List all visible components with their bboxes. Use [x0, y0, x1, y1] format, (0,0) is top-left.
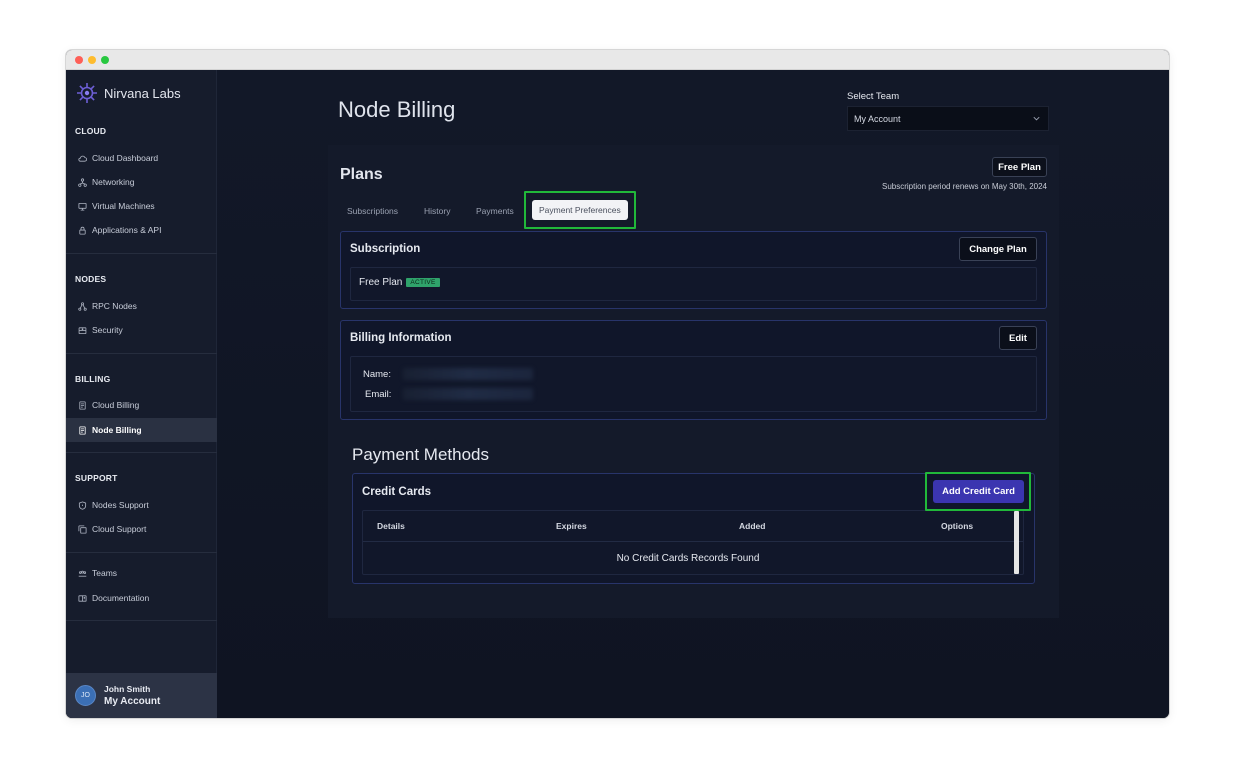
tab-payments[interactable]: Payments: [476, 203, 514, 219]
sidebar-item-cloud-dashboard[interactable]: Cloud Dashboard: [66, 146, 217, 170]
safe-icon: [78, 326, 87, 334]
sidebar-item-security[interactable]: Security: [66, 318, 217, 342]
sidebar-item-label: Security: [92, 325, 123, 335]
sidebar-item-teams[interactable]: Teams: [66, 561, 217, 585]
app-window: Nirvana Labs CLOUD Cloud Dashboard Netwo…: [66, 50, 1169, 718]
plan-badge: Free Plan: [992, 157, 1047, 177]
nodes-icon: [78, 301, 87, 311]
sidebar-item-applications-api[interactable]: Applications & API: [66, 218, 217, 242]
window-titlebar: [66, 50, 1169, 70]
user-menu[interactable]: JO John Smith My Account: [66, 673, 217, 718]
sidebar-item-label: Cloud Support: [92, 524, 147, 534]
section-title-cloud: CLOUD: [75, 126, 107, 136]
column-header-expires[interactable]: Expires: [556, 521, 587, 531]
sidebar-item-label: Networking: [92, 177, 135, 187]
sidebar-item-label: Nodes Support: [92, 500, 149, 510]
sidebar-item-label: Applications & API: [92, 225, 162, 235]
credit-cards-title: Credit Cards: [362, 486, 432, 498]
sidebar-item-virtual-machines[interactable]: Virtual Machines: [66, 194, 217, 218]
sidebar-item-label: RPC Nodes: [92, 301, 137, 311]
sidebar-item-documentation[interactable]: Documentation: [66, 586, 217, 610]
table-scrollbar[interactable]: [1014, 511, 1019, 574]
sidebar-item-networking[interactable]: Networking: [66, 170, 217, 194]
support-icon: [78, 500, 87, 510]
book-icon: [78, 594, 87, 602]
section-title-support: SUPPORT: [75, 473, 118, 483]
section-title-billing: BILLING: [75, 374, 111, 384]
sidebar-item-cloud-support[interactable]: Cloud Support: [66, 517, 217, 541]
sidebar-divider: [66, 253, 217, 254]
sidebar-item-node-billing[interactable]: Node Billing: [66, 418, 217, 442]
billing-info-box: Name: Email:: [350, 356, 1037, 412]
subscription-plan-row: Free Plan ACTIVE: [350, 267, 1037, 301]
avatar: JO: [75, 685, 96, 706]
change-plan-button[interactable]: Change Plan: [959, 237, 1037, 261]
sidebar-item-label: Cloud Dashboard: [92, 153, 159, 163]
credit-cards-table: Details Expires Added Options No Credit …: [362, 510, 1024, 575]
team-icon: [78, 570, 87, 577]
sidebar-item-label: Virtual Machines: [92, 201, 155, 211]
subscription-card: Subscription Change Plan Free Plan ACTIVE: [340, 231, 1047, 309]
main-content: Node Billing Select Team My Account Plan…: [217, 70, 1169, 718]
column-header-added[interactable]: Added: [739, 521, 765, 531]
highlight-box-add-card: [925, 472, 1031, 511]
plans-title: Plans: [340, 166, 383, 183]
highlight-box-tab: [524, 191, 636, 229]
page-title: Node Billing: [338, 97, 456, 122]
user-account: My Account: [104, 696, 161, 707]
edit-billing-button[interactable]: Edit: [999, 326, 1037, 350]
sidebar-item-label: Teams: [92, 568, 118, 578]
close-window-icon[interactable]: [75, 56, 83, 64]
sidebar-item-label: Node Billing: [92, 425, 142, 435]
redacted-email: [403, 388, 533, 400]
sidebar-divider: [66, 452, 217, 453]
cloud-icon: [78, 155, 87, 162]
empty-state-row: No Credit Cards Records Found: [363, 541, 1023, 575]
sidebar-divider: [66, 552, 217, 553]
app-name: Nirvana Labs: [104, 85, 181, 101]
email-label: Email:: [365, 389, 392, 400]
copy-icon: [78, 524, 87, 534]
team-select[interactable]: My Account: [847, 106, 1049, 131]
chevron-down-icon: [1033, 116, 1040, 121]
section-title-nodes: NODES: [75, 274, 107, 284]
sidebar-item-label: Cloud Billing: [92, 400, 140, 410]
sidebar-item-cloud-billing[interactable]: Cloud Billing: [66, 393, 217, 417]
sidebar-item-rpc-nodes[interactable]: RPC Nodes: [66, 294, 217, 318]
plans-panel: Plans Free Plan Subscription period rene…: [328, 145, 1059, 618]
empty-state-text: No Credit Cards Records Found: [616, 553, 760, 564]
user-name: John Smith: [104, 684, 151, 694]
name-label: Name:: [363, 369, 391, 380]
subscription-title: Subscription: [350, 243, 421, 255]
lock-icon: [79, 226, 86, 235]
maximize-window-icon[interactable]: [101, 56, 109, 64]
network-icon: [78, 177, 87, 187]
billing-info-title: Billing Information: [350, 332, 452, 344]
monitor-icon: [78, 202, 87, 211]
sidebar-divider: [66, 620, 217, 621]
tab-history[interactable]: History: [424, 203, 450, 219]
nirvana-logo-icon: [77, 83, 97, 103]
team-select-label: Select Team: [847, 91, 900, 102]
payment-methods-title: Payment Methods: [352, 445, 490, 464]
subscription-plan-name: Free Plan: [359, 277, 403, 288]
renewal-text: Subscription period renews on May 30th, …: [882, 182, 1047, 191]
team-select-value: My Account: [854, 113, 901, 124]
billing-info-card: Billing Information Edit Name: Email:: [340, 320, 1047, 420]
logo[interactable]: Nirvana Labs: [76, 82, 181, 104]
receipt-icon: [79, 400, 86, 410]
redacted-name: [403, 368, 533, 380]
sidebar: Nirvana Labs CLOUD Cloud Dashboard Netwo…: [66, 70, 217, 718]
receipt-icon: [79, 425, 86, 435]
sidebar-divider: [66, 353, 217, 354]
status-badge: ACTIVE: [406, 277, 440, 287]
sidebar-item-label: Documentation: [92, 593, 150, 603]
tab-subscriptions[interactable]: Subscriptions: [347, 203, 398, 219]
minimize-window-icon[interactable]: [88, 56, 96, 64]
column-header-details[interactable]: Details: [377, 521, 405, 531]
column-header-options[interactable]: Options: [941, 521, 973, 531]
subscription-plan-info: Free Plan ACTIVE: [359, 277, 440, 288]
sidebar-item-nodes-support[interactable]: Nodes Support: [66, 493, 217, 517]
